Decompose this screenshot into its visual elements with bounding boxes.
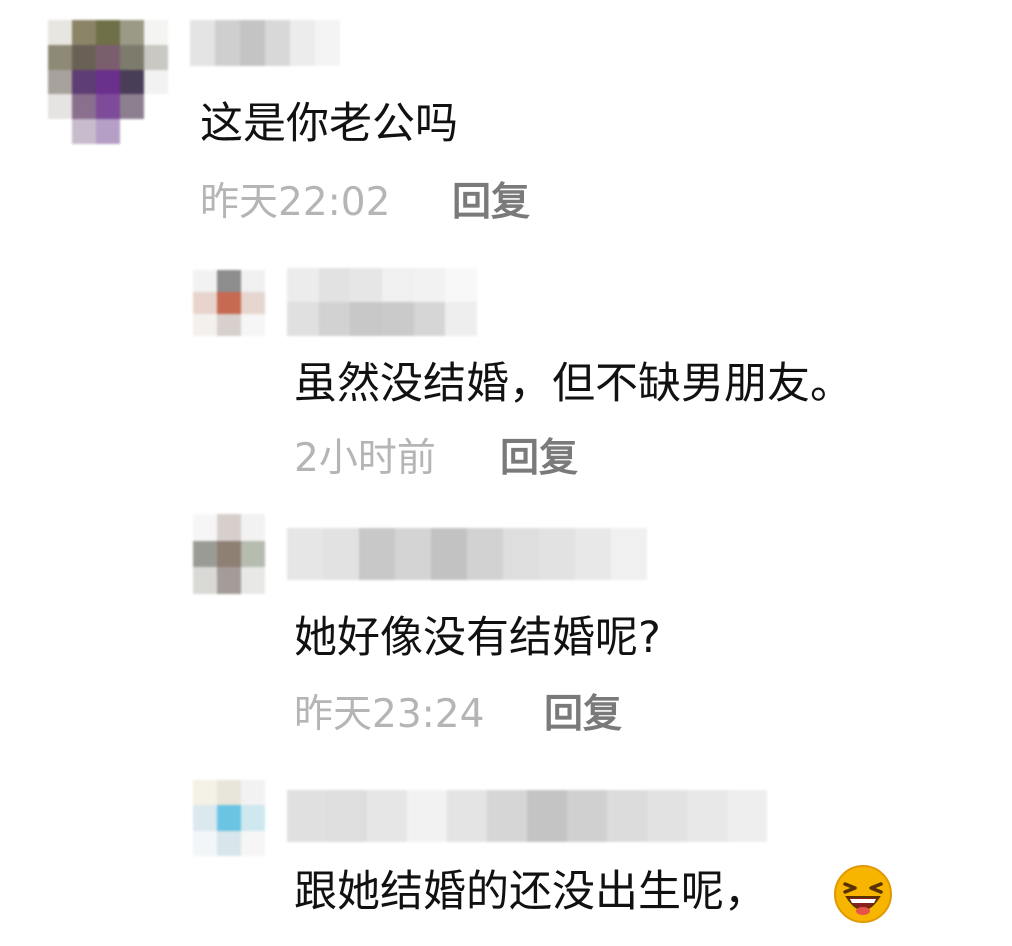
comment-time: 2小时前 [294,436,436,481]
avatar[interactable] [193,270,265,336]
username-blurred[interactable] [287,268,477,336]
laughing-face-icon [833,864,893,924]
comment-time: 昨天23:24 [294,692,485,737]
reply-button[interactable]: 回复 [500,436,578,482]
avatar[interactable] [48,20,168,144]
comment-text: 跟她结婚的还没出生呢， [294,867,767,917]
comment-text: 虽然没结婚，但不缺男朋友。 [294,359,853,409]
reply-button[interactable]: 回复 [544,692,622,738]
username-blurred[interactable] [287,528,647,580]
avatar[interactable] [193,780,265,856]
username-blurred[interactable] [190,20,340,66]
reply-button[interactable]: 回复 [452,180,530,226]
comment-text: 她好像没有结婚呢? [294,613,661,663]
username-blurred[interactable] [287,790,767,842]
comment-time: 昨天22:02 [200,180,391,225]
comment-text: 这是你老公吗 [200,99,458,149]
avatar[interactable] [193,514,265,594]
